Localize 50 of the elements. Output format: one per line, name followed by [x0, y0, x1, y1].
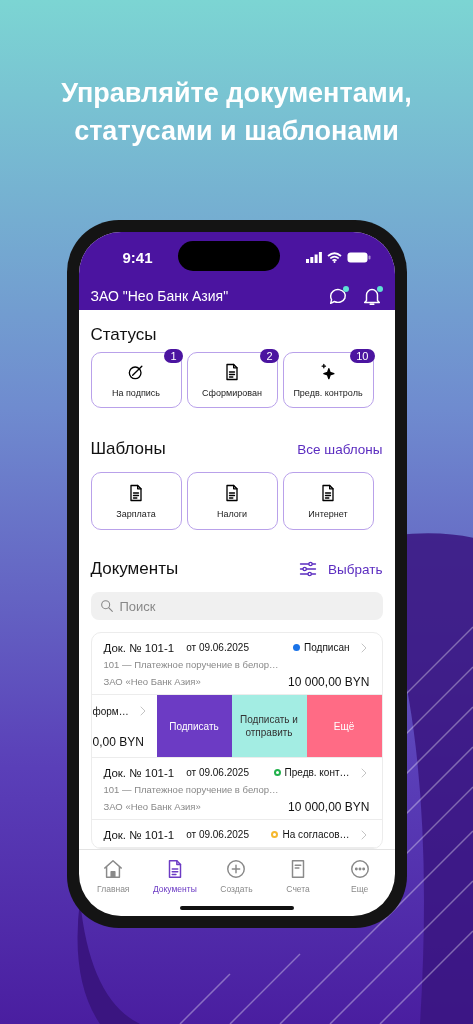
- count-badge: 10: [350, 349, 375, 363]
- swipe-action-button[interactable]: Подписать: [156, 695, 232, 757]
- template-card[interactable]: Налоги: [186, 472, 278, 530]
- document-status: форм…: [92, 705, 129, 717]
- document-date: от 09.06.2025: [186, 642, 250, 653]
- document-amount: 10 000,00 BYN: [288, 674, 370, 689]
- document-description: 101 — Платежное поручение в белор…: [103, 659, 279, 670]
- tab-bar-item[interactable]: Создать: [205, 854, 268, 916]
- document-number: Док. № 101-1: [103, 828, 175, 841]
- document-status: Подписан: [304, 642, 350, 653]
- section-title: Статусы: [90, 325, 157, 345]
- section-title: Документы: [90, 559, 179, 579]
- swipe-action-button[interactable]: Подписать и отправить: [231, 695, 307, 757]
- count-badge: 2: [260, 349, 279, 363]
- wifi-icon: [326, 251, 342, 263]
- document-description: 101 — Платежное поручение в белор…: [103, 784, 279, 795]
- document-date: от 09.06.2025: [186, 767, 250, 778]
- filter-icon[interactable]: [298, 559, 319, 579]
- all-templates-link[interactable]: Все шаблоны: [297, 441, 383, 457]
- template-card[interactable]: Зарплата: [90, 472, 182, 530]
- search-field[interactable]: Поиск: [90, 592, 383, 620]
- battery-icon: [346, 251, 371, 263]
- template-card[interactable]: Интернет: [282, 472, 374, 530]
- status-card[interactable]: На подпись 1: [90, 352, 182, 408]
- tab-bar-item[interactable]: Главная: [82, 854, 145, 916]
- signal-icon: [305, 251, 322, 263]
- document-status: Предв. конт…: [284, 767, 350, 778]
- document-amount: 10 000,00 BYN: [288, 799, 370, 814]
- headline: Управляйте документами, статусами и шаблонами: [60, 77, 413, 148]
- count-badge: 1: [164, 349, 183, 363]
- document-number: Док. № 101-1: [103, 641, 175, 654]
- tab-bar-item[interactable]: Еще: [328, 854, 391, 916]
- document-amount: 0,00 BYN: [92, 735, 144, 749]
- document-number: Док. № 101-1: [103, 766, 175, 779]
- status-card[interactable]: Сформирован 2: [186, 352, 278, 408]
- section-title: Шаблоны: [90, 439, 166, 459]
- select-link[interactable]: Выбрать: [328, 561, 383, 577]
- more-icon: [348, 858, 371, 880]
- plus-circle-icon: [225, 858, 248, 880]
- document-status: На согласов…: [282, 829, 350, 840]
- document-company: ЗАО «Нео Банк Азия»: [103, 801, 202, 812]
- tab-bar-item[interactable]: Счета: [267, 854, 329, 916]
- search-icon: [98, 598, 115, 614]
- tab-bar-item[interactable]: Документы: [144, 854, 206, 916]
- document-date: от 09.06.2025: [186, 829, 250, 840]
- status-card[interactable]: Предв. контроль 10: [282, 352, 374, 408]
- bank-name: ЗАО "Нео Банк Азия": [90, 288, 230, 304]
- home-icon: [102, 858, 125, 880]
- document-company: ЗАО «Нео Банк Азия»: [103, 676, 202, 687]
- status-time: 9:41: [122, 248, 153, 266]
